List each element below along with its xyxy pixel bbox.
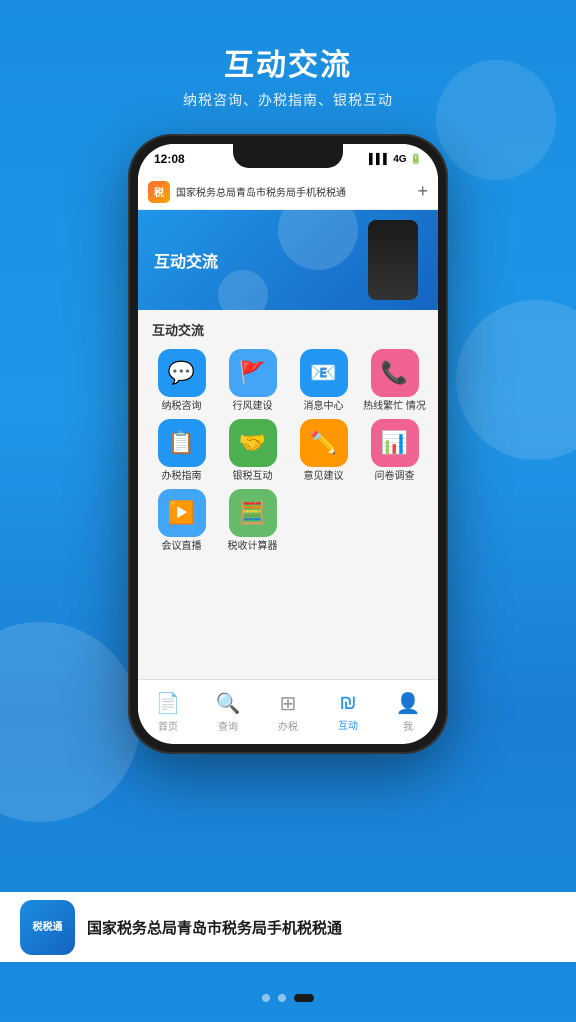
- grid-item-1[interactable]: 🚩 行风建设: [219, 349, 286, 413]
- nav-label-查询: 查询: [218, 718, 238, 733]
- bg-cloud-top-right: [436, 60, 556, 180]
- app-logo-text: 税: [154, 184, 164, 199]
- dot-2: [294, 994, 314, 1002]
- banner-cloud-1: [278, 210, 358, 270]
- nav-label-首页: 首页: [158, 718, 178, 733]
- grid-label-1: 行风建设: [233, 401, 273, 413]
- battery-icon: 🔋: [410, 154, 422, 165]
- grid-icon-2: 📧: [300, 349, 348, 397]
- grid-label-5: 银税互动: [233, 471, 273, 483]
- grid-icon-4: 📋: [158, 419, 206, 467]
- banner-phone-image: [368, 220, 418, 300]
- dot-0: [262, 994, 270, 1002]
- nav-item-办税[interactable]: ⊞ 办税: [258, 691, 318, 733]
- grid-icon-1: 🚩: [229, 349, 277, 397]
- nav-icon-互动: ₪: [340, 692, 357, 715]
- grid-item-0[interactable]: 💬 纳税咨询: [148, 349, 215, 413]
- grid-label-3: 热线繁忙 情况: [363, 401, 426, 413]
- grid-label-7: 问卷调查: [375, 471, 415, 483]
- phone-screen: 12:08 ▌▌▌ 4G 🔋 税 国家税务总局青岛市税务局手机税税通 +: [138, 144, 438, 744]
- grid-item-5[interactable]: 🤝 银税互动: [219, 419, 286, 483]
- grid-item-7[interactable]: 📊 问卷调查: [361, 419, 428, 483]
- status-icons: ▌▌▌ 4G 🔋: [369, 154, 422, 165]
- grid-item-2[interactable]: 📧 消息中心: [290, 349, 357, 413]
- grid-label-8: 会议直播: [162, 541, 202, 553]
- grid-label-6: 意见建议: [304, 471, 344, 483]
- grid-icon-8: ▶️: [158, 489, 206, 537]
- grid-item-6[interactable]: ✏️ 意见建议: [290, 419, 357, 483]
- network-icon: 4G: [393, 154, 406, 165]
- app-nav-title: 国家税务总局青岛市税务局手机税税通: [176, 184, 411, 199]
- phone-frame: 12:08 ▌▌▌ 4G 🔋 税 国家税务总局青岛市税务局手机税税通 +: [128, 134, 448, 754]
- nav-label-办税: 办税: [278, 718, 298, 733]
- phone-notch: [233, 144, 343, 168]
- grid-item-3[interactable]: 📞 热线繁忙 情况: [361, 349, 428, 413]
- status-time: 12:08: [154, 152, 185, 166]
- dot-1: [278, 994, 286, 1002]
- dots-row: [0, 994, 576, 1002]
- nav-item-查询[interactable]: 🔍 查询: [198, 691, 258, 733]
- grid-icon-6: ✏️: [300, 419, 348, 467]
- banner-text: 互动交流: [154, 248, 218, 272]
- bottom-logo-text: 税税通: [33, 921, 63, 934]
- grid-label-4: 办税指南: [162, 471, 202, 483]
- grid-icon-3: 📞: [371, 349, 419, 397]
- bottom-banner-text: 国家税务总局青岛市税务局手机税税通: [87, 917, 342, 938]
- grid-item-4[interactable]: 📋 办税指南: [148, 419, 215, 483]
- nav-label-互动: 互动: [338, 717, 358, 732]
- app-navbar: 税 国家税务总局青岛市税务局手机税税通 +: [138, 174, 438, 210]
- bottom-nav: 📄首页🔍查询⊞办税₪互动👤我: [138, 679, 438, 744]
- signal-icon: ▌▌▌: [369, 154, 390, 165]
- banner-area: 互动交流: [138, 210, 438, 310]
- nav-icon-查询: 🔍: [216, 691, 241, 716]
- banner-cloud-2: [218, 270, 268, 310]
- nav-icon-我: 👤: [396, 691, 421, 716]
- grid-item-9[interactable]: 🧮 税收计算器: [219, 489, 286, 553]
- grid-icon-0: 💬: [158, 349, 206, 397]
- grid-icon-7: 📊: [371, 419, 419, 467]
- grid-label-0: 纳税咨询: [162, 401, 202, 413]
- nav-item-首页[interactable]: 📄 首页: [138, 691, 198, 733]
- nav-item-我[interactable]: 👤我: [378, 691, 438, 733]
- bottom-logo: 税税通: [20, 900, 75, 955]
- nav-icon-办税: ⊞: [280, 691, 297, 716]
- icon-grid: 💬 纳税咨询 🚩 行风建设 📧 消息中心 📞 热线繁忙 情况 📋 办税指南 🤝 银税互动 ✏️ 意见建议 📊…: [138, 345, 438, 561]
- grid-item-8[interactable]: ▶️ 会议直播: [148, 489, 215, 553]
- bottom-banner: 税税通 国家税务总局青岛市税务局手机税税通: [0, 892, 576, 962]
- nav-icon-首页: 📄: [156, 691, 181, 716]
- nav-item-互动[interactable]: ₪ 互动: [318, 692, 378, 732]
- nav-label-我: 我: [403, 718, 413, 733]
- grid-label-9: 税收计算器: [228, 541, 278, 553]
- grid-icon-9: 🧮: [229, 489, 277, 537]
- grid-label-2: 消息中心: [304, 401, 344, 413]
- app-nav-plus-button[interactable]: +: [417, 181, 428, 202]
- grid-icon-5: 🤝: [229, 419, 277, 467]
- app-logo: 税: [148, 181, 170, 203]
- section-title: 互动交流: [138, 310, 438, 345]
